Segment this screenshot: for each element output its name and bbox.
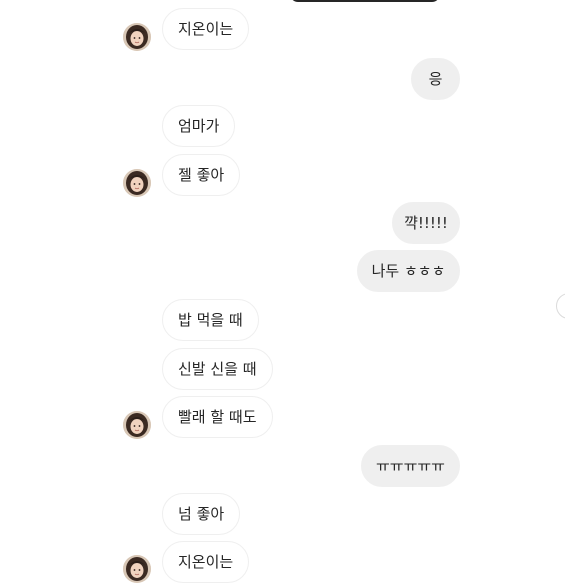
contact-avatar[interactable] [123,411,151,439]
previous-message-bubble[interactable] [290,0,440,2]
avatar-photo-icon [123,555,151,583]
message-bubble-incoming[interactable]: 지온이는 [162,8,250,50]
avatar-photo-icon [123,23,151,51]
chat-thread: 지온이는 응 엄마가 젤 좋아 꺅!!!!! 나두 ㅎㅎㅎ 밥 먹을 때 신발 … [0,0,565,583]
avatar-photo-icon [123,411,151,439]
message-bubble-outgoing[interactable]: 꺅!!!!! [392,202,460,244]
message-bubble-incoming[interactable]: 신발 신을 때 [162,348,273,390]
message-bubble-incoming[interactable]: 밥 먹을 때 [162,299,259,341]
avatar-photo-icon [123,169,151,197]
message-bubble-outgoing[interactable]: ㅠㅠㅠㅠㅠ [361,445,460,487]
contact-avatar[interactable] [123,23,151,51]
message-bubble-incoming[interactable]: 엄마가 [162,105,236,147]
message-bubble-outgoing[interactable]: 응 [411,58,460,100]
message-bubble-incoming[interactable]: 넘 좋아 [162,493,241,535]
contact-avatar[interactable] [123,169,151,197]
message-bubble-incoming[interactable]: 젤 좋아 [162,154,241,196]
contact-avatar[interactable] [123,555,151,583]
message-bubble-incoming[interactable]: 빨래 할 때도 [162,396,273,438]
scroll-arrow-button[interactable] [556,293,565,319]
message-bubble-incoming[interactable]: 지온이는 [162,541,250,583]
message-bubble-outgoing[interactable]: 나두 ㅎㅎㅎ [357,250,460,292]
